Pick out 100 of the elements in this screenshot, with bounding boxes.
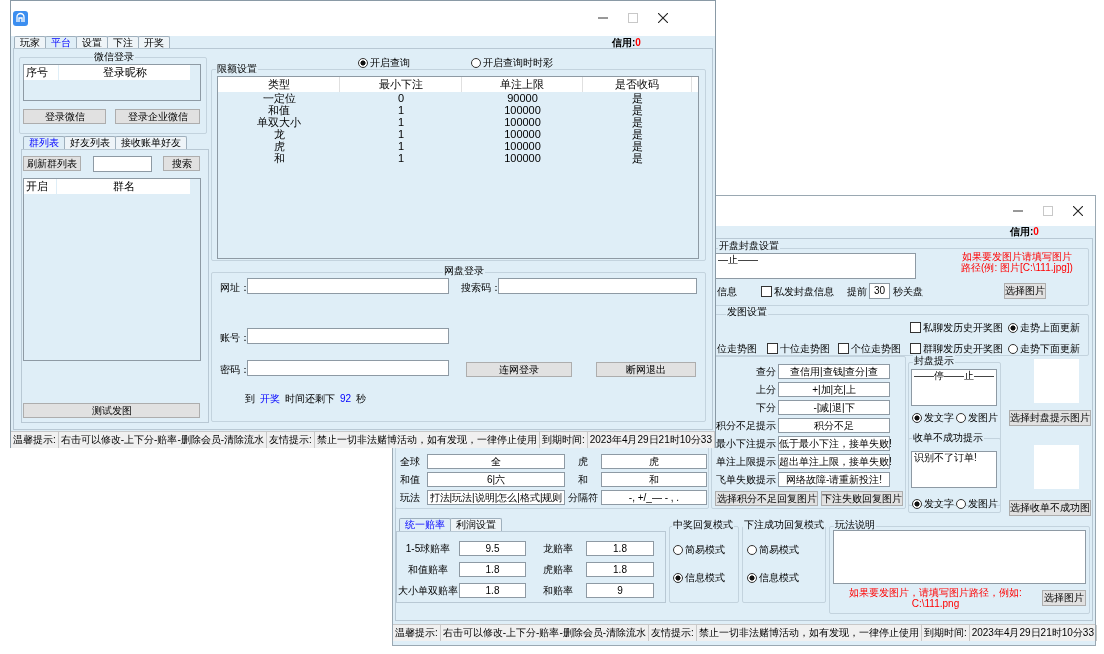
countdown-text: 92 [340, 392, 352, 405]
radio-button[interactable]: 简易模式 [673, 543, 725, 556]
input-field[interactable]: 打法|玩法|说明|怎么|格式|规则 [427, 490, 565, 505]
input-field[interactable] [247, 278, 449, 294]
input-field[interactable]: 1.8 [586, 541, 654, 556]
input-field[interactable]: 6|六 [427, 472, 565, 487]
hint-text: 如果要发图片请填写图片 [962, 251, 1072, 262]
tab[interactable]: 利润设置 [450, 518, 502, 531]
group-title: 下注成功回复模式 [743, 519, 825, 531]
radio-button[interactable]: 信息模式 [747, 571, 799, 584]
checkbox[interactable]: 个位走势图 [838, 342, 901, 355]
table-cell-text: 是 [631, 128, 644, 140]
input-field[interactable]: 9.5 [459, 541, 526, 556]
credit-label: 信用: [1010, 226, 1034, 238]
image-preview [1034, 445, 1079, 489]
select-image-button[interactable]: 选择封盘提示图片 [1009, 410, 1091, 426]
radio-button[interactable]: 走势上面更新 [1008, 321, 1080, 334]
test-button[interactable]: 测试发图 [23, 403, 200, 418]
tab[interactable]: 群列表 [23, 136, 65, 149]
checkbox[interactable]: 私聊发历史开奖图 [910, 321, 1003, 334]
table-cell-text: 1 [396, 128, 406, 140]
radio-button[interactable]: 发图片 [956, 411, 998, 424]
search-field[interactable] [93, 156, 152, 172]
text-area[interactable]: —止—— [715, 253, 916, 279]
column-header: 是否收码 [583, 77, 692, 92]
search-button[interactable]: 搜索 [163, 156, 200, 171]
table-cell-text: 龙 [272, 128, 286, 140]
input-field[interactable]: -|减|退|下 [778, 400, 890, 415]
input-field[interactable]: 低于最小下注，接单失败! [778, 436, 890, 451]
group-title: 玩法说明 [834, 519, 876, 531]
input-field[interactable]: +|加|充|上 [778, 382, 890, 397]
select-image-button[interactable]: 选择图片 [1004, 283, 1046, 299]
checkbox[interactable]: 十位走势图 [767, 342, 830, 355]
label-text: 信息 [717, 285, 737, 298]
input-field[interactable]: 1.8 [586, 562, 654, 577]
group-title: 开盘封盘设置 [718, 240, 780, 252]
select-image-button[interactable]: 选择收单不成功图 [1009, 500, 1091, 516]
input-field[interactable]: 30 [869, 283, 890, 299]
input-field[interactable] [247, 328, 449, 344]
status-text: 到期时间: [539, 432, 588, 448]
label-text: 位走势图 [717, 342, 757, 355]
input-field[interactable]: 9 [586, 583, 654, 598]
text-area[interactable] [833, 530, 1086, 584]
tab[interactable]: 好友列表 [64, 136, 116, 149]
table-cell-text: 是 [631, 116, 644, 128]
label-text: 分隔符 [567, 491, 599, 505]
table-cell-text: 100000 [503, 104, 542, 116]
input-field[interactable]: 积分不足 [778, 418, 890, 433]
image-preview [1034, 359, 1079, 403]
table-cell-text: 1 [396, 104, 406, 116]
radio-button[interactable]: 信息模式 [673, 571, 725, 584]
radio-button[interactable]: 开启查询时时彩 [471, 56, 553, 69]
select-image-button[interactable]: 选择图片 [1042, 590, 1086, 606]
checkbox[interactable]: 私发封盘信息 [761, 285, 834, 298]
group-title: 网盘登录 [443, 265, 485, 277]
close-icon[interactable] [658, 13, 668, 23]
radio-button[interactable]: 发文字 [912, 497, 954, 510]
radio-button[interactable]: 开启查询 [358, 56, 410, 69]
text-area[interactable]: 识别不了订单! [911, 451, 997, 488]
input-field[interactable]: 1.8 [459, 562, 526, 577]
tab[interactable]: 统一赔率 [399, 518, 451, 531]
select-image-button[interactable]: 下注失败回复图片 [821, 491, 903, 506]
input-field[interactable]: 虎 [601, 454, 707, 469]
radio-button[interactable]: 发图片 [956, 497, 998, 510]
table-cell-text: 虎 [272, 140, 286, 152]
checkbox[interactable]: 群聊发历史开奖图 [910, 342, 1003, 355]
maximize-icon[interactable] [628, 13, 638, 23]
table-cell-text: 和 [272, 152, 286, 164]
group-title: 收单不成功提示 [912, 432, 984, 444]
status-text: 友情提示: [649, 625, 697, 641]
input-field[interactable]: 和 [601, 472, 707, 487]
radio-button[interactable]: 走势下面更新 [1008, 342, 1080, 355]
login-button[interactable]: 登录微信 [23, 109, 106, 124]
maximize-icon[interactable] [1043, 206, 1053, 216]
status-text: 友情提示: [267, 432, 315, 448]
close-icon[interactable] [1073, 206, 1083, 216]
input-field[interactable]: 1.8 [459, 583, 526, 598]
input-field[interactable]: 网络故障-请重新投注! [778, 472, 890, 487]
table-cell-text: 1 [396, 152, 406, 164]
radio-button[interactable]: 发文字 [912, 411, 954, 424]
tab[interactable]: 接收账单好友 [115, 136, 187, 149]
hint-text: 路径(例: 图片[C:\111.jpg]) [961, 262, 1073, 273]
label-text: 和 [577, 473, 589, 487]
status-text: 2023年4月29日21时10分33 [587, 432, 715, 448]
input-field[interactable]: 查信用|查钱|查分|查 [778, 364, 890, 379]
connect-button[interactable]: 连网登录 [466, 362, 572, 377]
input-field[interactable] [498, 278, 697, 294]
disconnect-button[interactable]: 断网退出 [596, 362, 696, 377]
login-button[interactable]: 登录企业微信 [115, 109, 200, 124]
text-area[interactable]: ——停——止—— [911, 369, 997, 406]
table-cell-text: 一定位 [261, 92, 297, 104]
input-field[interactable]: 超出单注上限，接单失败! [778, 454, 890, 469]
label-text: 单注上限提示 [715, 455, 776, 469]
refresh-button[interactable]: 刷新群列表 [23, 156, 81, 171]
input-field[interactable]: -, +/_— - , . [601, 490, 707, 505]
select-image-button[interactable]: 选择积分不足回复图片 [715, 491, 818, 506]
table-cell-text: 是 [631, 152, 644, 164]
input-field[interactable]: 全 [427, 454, 565, 469]
radio-button[interactable]: 简易模式 [747, 543, 799, 556]
input-field[interactable] [247, 360, 449, 376]
